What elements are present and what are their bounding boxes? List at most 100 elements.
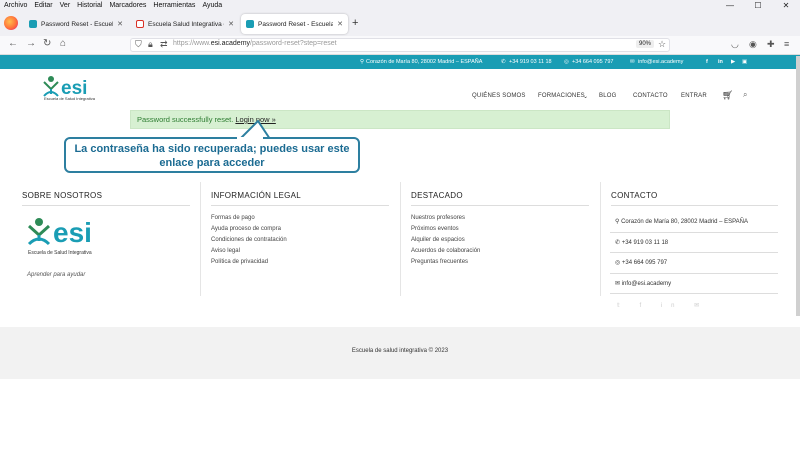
- menu-archivo[interactable]: Archivo: [4, 2, 27, 9]
- copyright-text: Escuela de salud integrativa © 2023: [351, 348, 449, 354]
- lock-icon[interactable]: 🔒︎: [148, 39, 153, 50]
- pin-icon: ⚲: [360, 59, 365, 65]
- annotation-callout: La contraseña ha sido recuperada; puedes…: [64, 137, 360, 173]
- menu-historial[interactable]: Historial: [77, 2, 102, 9]
- footer-rule: [22, 205, 190, 206]
- firefox-icon[interactable]: [4, 16, 18, 30]
- site-logo[interactable]: esi: [42, 74, 100, 107]
- url-text: https://www.esi.academy/password-reset?s…: [173, 40, 337, 47]
- footer-link-faq[interactable]: Preguntas frecuentes: [411, 259, 468, 265]
- nav-quienes-somos[interactable]: QUIÉNES SOMOS: [472, 93, 526, 99]
- close-window-icon[interactable]: ✕: [772, 0, 800, 11]
- cart-icon[interactable]: 🛒︎: [722, 90, 733, 101]
- svg-text:esi: esi: [53, 217, 92, 248]
- topbar-email[interactable]: info@esi.academy: [638, 59, 683, 65]
- footer-link-alquiler[interactable]: Alquiler de espacios: [411, 237, 465, 243]
- contact-rule: [610, 293, 778, 294]
- footer-divider: [200, 182, 201, 296]
- contact-rule: [610, 252, 778, 253]
- pocket-icon[interactable]: ◡: [731, 39, 739, 50]
- footer-divider: [400, 182, 401, 296]
- topbar-address: Corazón de María 80, 28002 Madrid – ESPA…: [366, 59, 483, 65]
- footer-logo-subtitle: Escuela de Salud Integrativa: [28, 250, 92, 256]
- menu-marcadores[interactable]: Marcadores: [109, 2, 146, 9]
- footer-rule: [211, 205, 389, 206]
- topbar-phone[interactable]: +34 919 03 11 18: [509, 59, 552, 65]
- nav-blog[interactable]: BLOG: [599, 93, 616, 99]
- contact-whatsapp[interactable]: ◎ +34 664 095 797: [615, 259, 667, 266]
- close-tab-icon[interactable]: ✕: [337, 20, 343, 28]
- footer-link-acuerdos[interactable]: Acuerdos de colaboración: [411, 248, 480, 254]
- bookmark-star-icon[interactable]: ☆: [658, 39, 666, 50]
- tab-gmail[interactable]: Escuela Salud Integrativa cambi ✕: [131, 14, 239, 34]
- reload-icon[interactable]: ↻: [43, 38, 51, 49]
- permissions-icon[interactable]: ⇄: [160, 39, 168, 50]
- nav-entrar[interactable]: ENTRAR: [681, 93, 707, 99]
- contact-email[interactable]: ✉ info@esi.academy: [615, 280, 671, 287]
- footer-rule: [611, 205, 778, 206]
- top-contact-bar: ⚲ Corazón de María 80, 28002 Madrid – ES…: [0, 55, 800, 69]
- callout-pointer-join: [237, 137, 263, 140]
- menu-bar: Archivo Editar Ver Historial Marcadores …: [0, 0, 800, 11]
- contact-phone[interactable]: ✆ +34 919 03 11 18: [615, 239, 668, 246]
- new-tab-icon[interactable]: +: [352, 17, 358, 29]
- mail-icon: ✉: [630, 59, 635, 65]
- youtube-icon[interactable]: ▶: [731, 59, 735, 65]
- window-controls: — ☐ ✕: [716, 0, 800, 11]
- footer-rule: [411, 205, 589, 206]
- footer-title-featured: DESTACADO: [411, 191, 463, 200]
- tab-password-reset-active[interactable]: Password Reset - Escuela Salud ✕: [241, 14, 348, 34]
- footer-social-icons[interactable]: 𝕥 f in ✉: [617, 302, 708, 309]
- footer-link-condiciones[interactable]: Condiciones de contratación: [211, 237, 287, 243]
- footer-title-legal: INFORMACIÓN LEGAL: [211, 191, 302, 200]
- maximize-icon[interactable]: ☐: [744, 0, 772, 11]
- account-icon[interactable]: ◉: [749, 39, 757, 50]
- menu-editar[interactable]: Editar: [34, 2, 52, 9]
- esi-logo-icon: esi: [27, 217, 92, 248]
- back-icon[interactable]: ←: [8, 38, 18, 49]
- instagram-icon[interactable]: ▣: [742, 59, 747, 65]
- close-tab-icon[interactable]: ✕: [117, 20, 123, 28]
- facebook-icon[interactable]: f: [706, 59, 708, 65]
- phone-icon: ✆: [615, 240, 622, 246]
- footer-link-ayuda-compra[interactable]: Ayuda proceso de compra: [211, 226, 281, 232]
- footer-link-formas-pago[interactable]: Formas de pago: [211, 215, 255, 221]
- footer-link-privacidad[interactable]: Política de privacidad: [211, 259, 268, 265]
- menu-ayuda[interactable]: Ayuda: [202, 2, 222, 9]
- menu-herramientas[interactable]: Herramientas: [153, 2, 195, 9]
- forward-icon[interactable]: →: [26, 38, 36, 49]
- minimize-icon[interactable]: —: [716, 0, 744, 11]
- gmail-favicon-icon: [136, 20, 144, 28]
- nav-contacto[interactable]: CONTACTO: [633, 93, 668, 99]
- zoom-badge[interactable]: 90%: [636, 40, 655, 48]
- linkedin-icon[interactable]: in: [718, 59, 723, 65]
- logo-subtitle: Escuela de Salud Integrativa: [44, 96, 95, 101]
- app-menu-icon[interactable]: ≡: [784, 39, 789, 49]
- phone-icon: ✆: [501, 59, 506, 65]
- contact-rule: [610, 273, 778, 274]
- chevron-down-icon: ⌄: [583, 94, 589, 100]
- close-tab-icon[interactable]: ✕: [228, 20, 234, 28]
- page-scrollbar[interactable]: [796, 56, 800, 316]
- search-icon[interactable]: ⌕: [743, 90, 747, 100]
- shield-icon[interactable]: ⛉: [135, 39, 142, 50]
- footer-divider: [600, 182, 601, 296]
- esi-favicon-icon: [29, 20, 37, 28]
- footer-title-about: SOBRE NOSOTROS: [22, 191, 103, 200]
- footer-link-aviso-legal[interactable]: Aviso legal: [211, 248, 240, 254]
- mail-icon: ✉: [615, 281, 622, 287]
- esi-favicon-icon: [246, 20, 254, 28]
- tab-password-reset-1[interactable]: Password Reset - Escuela Salud ✕: [24, 14, 128, 34]
- whatsapp-icon: ◎: [615, 260, 622, 266]
- whatsapp-icon: ◎: [564, 59, 569, 65]
- extensions-icon[interactable]: ✚: [767, 39, 775, 50]
- menu-ver[interactable]: Ver: [60, 2, 71, 9]
- contact-address: ⚲ Corazón de María 80, 28002 Madrid – ES…: [615, 219, 749, 225]
- footer-tagline: Aprender para ayudar: [27, 272, 86, 278]
- footer-link-profesores[interactable]: Nuestros profesores: [411, 215, 465, 221]
- footer-link-eventos[interactable]: Próximos eventos: [411, 226, 459, 232]
- nav-formaciones[interactable]: FORMACIONES: [538, 93, 585, 99]
- topbar-mobile[interactable]: +34 664 095 797: [572, 59, 613, 65]
- home-icon[interactable]: ⌂: [60, 38, 66, 49]
- footer-title-contact: CONTACTO: [611, 191, 658, 200]
